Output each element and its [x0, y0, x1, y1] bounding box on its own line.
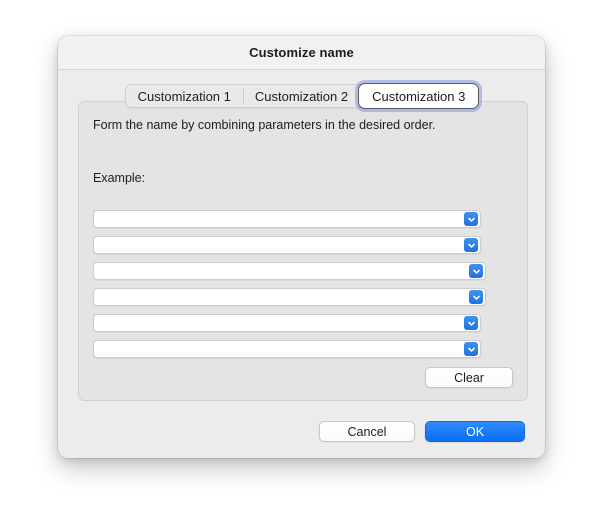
parameter-dropdown-2[interactable]	[93, 236, 481, 254]
dropdown-row	[93, 340, 513, 358]
chevron-down-icon[interactable]	[464, 316, 478, 330]
tab-label: Customization 2	[254, 88, 349, 104]
parameter-dropdown-3[interactable]	[93, 262, 486, 280]
dropdown-row	[93, 314, 513, 332]
parameter-dropdown-1[interactable]	[93, 210, 481, 228]
instruction-text: Form the name by combining parameters in…	[93, 118, 436, 132]
chevron-down-icon[interactable]	[464, 238, 478, 252]
example-label: Example:	[93, 171, 146, 185]
clear-button-row: Clear	[425, 367, 513, 388]
dropdown-row	[93, 210, 513, 228]
chevron-down-icon[interactable]	[469, 264, 483, 278]
customize-name-dialog: Customize name Customization 1 Customiza…	[58, 36, 545, 458]
chevron-down-icon[interactable]	[469, 290, 483, 304]
tab-content-panel: Form the name by combining parameters in…	[78, 101, 528, 401]
chevron-down-icon[interactable]	[464, 212, 478, 226]
dropdown-row	[93, 262, 513, 280]
tab-label: Customization 3	[372, 88, 466, 104]
tab-customization-3[interactable]: Customization 3	[359, 84, 479, 108]
parameter-dropdown-4[interactable]	[93, 288, 486, 306]
parameter-dropdown-5[interactable]	[93, 314, 481, 332]
ok-button[interactable]: OK	[425, 421, 525, 442]
dialog-body: Customization 1 Customization 2 Customiz…	[58, 70, 545, 458]
parameter-dropdown-6[interactable]	[93, 340, 481, 358]
clear-button[interactable]: Clear	[425, 367, 513, 388]
tab-customization-2[interactable]: Customization 2	[242, 85, 360, 107]
parameter-dropdown-list	[93, 210, 513, 366]
cancel-button[interactable]: Cancel	[319, 421, 415, 442]
tab-customization-1[interactable]: Customization 1	[126, 85, 243, 107]
chevron-down-icon[interactable]	[464, 342, 478, 356]
dropdown-row	[93, 236, 513, 254]
tab-label: Customization 1	[137, 88, 231, 104]
dialog-action-bar: Cancel OK	[319, 421, 525, 442]
segmented-tab-control: Customization 1 Customization 2 Customiz…	[124, 84, 479, 108]
dialog-title: Customize name	[249, 45, 354, 60]
tab-bar: Customization 1 Customization 2 Customiz…	[58, 84, 545, 108]
dropdown-row	[93, 288, 513, 306]
dialog-titlebar: Customize name	[58, 36, 545, 70]
